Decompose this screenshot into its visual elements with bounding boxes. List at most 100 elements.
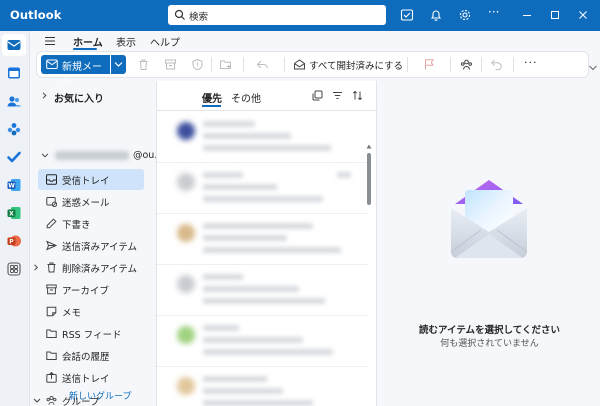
folder-outbox[interactable]: 送信トレイ xyxy=(38,367,144,388)
select-icon[interactable] xyxy=(312,90,323,101)
filter-icon[interactable] xyxy=(332,90,343,101)
folder-archive[interactable]: アーカイブ xyxy=(38,279,144,300)
chevron-down-icon xyxy=(41,153,49,158)
ribbon-separator xyxy=(513,57,514,72)
chevron-down-icon[interactable] xyxy=(33,398,41,404)
ribbon-separator xyxy=(450,57,451,72)
groups-app-icon[interactable] xyxy=(6,121,22,137)
folder-junk[interactable]: 迷惑メール xyxy=(38,191,144,212)
apps-icon[interactable] xyxy=(6,261,22,277)
people-app-icon[interactable] xyxy=(6,93,22,109)
folder-notes[interactable]: メモ xyxy=(38,301,144,322)
avatar xyxy=(177,122,195,140)
message-item[interactable] xyxy=(157,214,368,265)
ribbon-separator xyxy=(243,57,244,72)
folder-inbox[interactable]: 受信トレイ xyxy=(38,169,144,190)
bell-icon[interactable] xyxy=(429,8,443,22)
ribbon-separator xyxy=(211,57,212,72)
redacted-text xyxy=(203,145,331,151)
redacted-text xyxy=(203,325,239,331)
group-icon xyxy=(46,395,57,405)
reading-pane-subtitle: 何も選択されていません xyxy=(440,339,539,349)
new-group-link[interactable]: 新しいグループ xyxy=(69,389,131,402)
more-icon[interactable]: ··· xyxy=(488,5,499,19)
my-day-icon[interactable] xyxy=(400,8,414,22)
tab-home-underline xyxy=(73,48,97,50)
undo-icon[interactable] xyxy=(490,58,503,71)
ribbon-separator xyxy=(481,57,482,72)
chevron-down-icon xyxy=(114,62,123,67)
message-item[interactable] xyxy=(157,163,368,214)
ribbon-collapse-icon[interactable] xyxy=(588,64,598,72)
tab-focused[interactable]: 優先 xyxy=(202,90,222,105)
tab-home[interactable]: ホーム xyxy=(73,34,103,49)
trash-icon xyxy=(47,262,56,273)
ribbon-separator xyxy=(407,57,408,72)
report-icon[interactable] xyxy=(191,58,204,71)
scrollbar-thumb[interactable] xyxy=(367,153,371,205)
mail-app-icon[interactable] xyxy=(6,37,22,53)
folder-outbox-label: 送信トレイ xyxy=(62,374,110,385)
minimize-icon[interactable] xyxy=(520,8,534,22)
message-item[interactable] xyxy=(157,112,368,163)
delete-icon[interactable] xyxy=(137,58,150,71)
folder-archive-label: アーカイブ xyxy=(62,286,109,297)
inbox-icon xyxy=(46,174,57,185)
calendar-app-icon[interactable] xyxy=(6,65,22,81)
todo-app-icon[interactable] xyxy=(6,149,22,165)
title-bar: Outlook 検索 ··· xyxy=(0,0,600,31)
reading-pane: 読むアイテムを選択してください 何も選択されていません xyxy=(378,81,600,406)
sort-icon[interactable] xyxy=(352,90,363,101)
folder-icon xyxy=(46,329,57,338)
hamburger-icon[interactable] xyxy=(44,36,56,46)
word-app-icon[interactable]: W xyxy=(6,177,22,193)
maximize-icon[interactable] xyxy=(548,8,562,22)
message-item[interactable] xyxy=(157,316,368,367)
folder-deleted[interactable]: 削除済みアイテム xyxy=(34,257,144,278)
gear-icon[interactable] xyxy=(458,8,472,22)
folder-conversation-history[interactable]: 会話の履歴 xyxy=(38,345,144,366)
new-mail-button[interactable]: 新規メール xyxy=(41,55,110,88)
tab-view[interactable]: 表示 xyxy=(116,34,136,49)
svg-text:W: W xyxy=(8,183,15,190)
move-to-icon[interactable] xyxy=(219,58,232,71)
folder-conversation-history-label: 会話の履歴 xyxy=(62,352,110,363)
more-options-button[interactable]: ··· xyxy=(524,56,538,69)
message-item[interactable] xyxy=(157,265,368,316)
main-area: ホーム 表示 ヘルプ 新規メール すべて開封済みにする ··· お気に入り @o… xyxy=(29,31,600,406)
redacted-text xyxy=(203,172,243,178)
close-icon[interactable] xyxy=(576,8,590,22)
scroll-up-arrow-icon[interactable] xyxy=(366,144,372,149)
ribbon-toolbar: 新規メール すべて開封済みにする ··· xyxy=(37,52,588,88)
avatar xyxy=(177,275,195,293)
outbox-icon xyxy=(46,372,57,383)
folder-drafts-label: 下書き xyxy=(62,220,91,231)
redacted-text xyxy=(203,223,313,229)
tab-help[interactable]: ヘルプ xyxy=(150,34,180,49)
folder-junk-label: 迷惑メール xyxy=(62,198,110,209)
message-item[interactable] xyxy=(157,367,368,406)
pencil-icon xyxy=(46,218,57,229)
chevron-right-icon[interactable] xyxy=(33,264,39,271)
ribbon-tabs: ホーム 表示 ヘルプ xyxy=(30,31,600,51)
tab-other[interactable]: その他 xyxy=(231,90,261,105)
folder-rss[interactable]: RSS フィード xyxy=(38,323,144,344)
redacted-text xyxy=(203,376,267,382)
open-envelope-illustration xyxy=(450,180,528,258)
redacted-text xyxy=(203,337,303,343)
new-mail-dropdown[interactable] xyxy=(111,55,126,74)
flag-icon[interactable] xyxy=(423,58,436,71)
reading-pane-title: 読むアイテムを選択してください xyxy=(419,325,560,336)
folder-drafts[interactable]: 下書き xyxy=(38,213,144,234)
share-to-teams-icon[interactable] xyxy=(460,58,473,71)
favorites-label: お気に入り xyxy=(54,94,104,105)
excel-app-icon[interactable]: X xyxy=(6,205,22,221)
reply-icon[interactable] xyxy=(256,58,269,71)
folder-sent[interactable]: 送信済みアイテム xyxy=(38,235,144,256)
archive-icon[interactable] xyxy=(164,58,177,71)
powerpoint-app-icon[interactable]: P xyxy=(6,233,22,249)
search-box[interactable]: 検索 xyxy=(168,5,386,25)
redacted-text xyxy=(203,247,341,253)
svg-text:X: X xyxy=(9,211,14,218)
folder-icon xyxy=(46,351,57,360)
